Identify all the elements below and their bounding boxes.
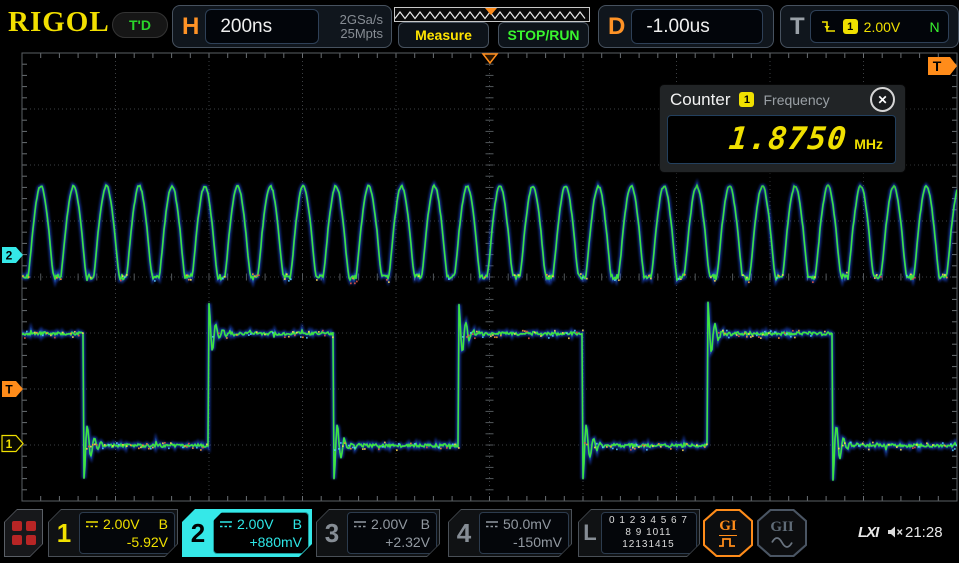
generator-2-button[interactable]: GII — [757, 509, 807, 557]
trigger-offscreen-flag[interactable]: T — [928, 57, 957, 75]
delay-box[interactable]: -1.00us — [631, 9, 763, 44]
channel-4-values: 50.0mV -150mV — [479, 512, 569, 554]
generator-1-button[interactable]: GI — [703, 509, 753, 557]
channel-4-number: 4 — [449, 518, 479, 549]
channel-4-offset: -150mV — [513, 534, 562, 550]
trigger-level-marker[interactable]: T — [2, 381, 23, 397]
memory-trigger-marker-icon — [485, 8, 497, 15]
oscilloscope-screen: RIGOL T'D H 200ns 2GSa/s 25Mpts Measure … — [0, 0, 959, 563]
channel-1-values: 2.00V B -5.92V — [79, 512, 175, 554]
generator-1-label: GI — [719, 518, 737, 536]
delay-label: D — [608, 13, 625, 41]
clock: 21:28 — [905, 524, 943, 541]
channel-2-values: 2.00V B +880mV — [213, 512, 309, 554]
measure-button[interactable]: Measure — [398, 22, 489, 48]
trigger-level-value: 2.00V — [864, 19, 901, 35]
horizontal-panel[interactable]: H 200ns 2GSa/s 25Mpts — [172, 5, 392, 48]
sample-rate: 2GSa/s — [340, 13, 383, 27]
trigger-status-badge: T'D — [112, 12, 168, 38]
stop-run-button[interactable]: STOP/RUN — [498, 22, 589, 48]
logic-row-2: 8 9 1011 12131415 — [607, 527, 690, 551]
channel-3-offset: +2.32V — [385, 534, 430, 550]
falling-edge-icon — [821, 19, 837, 34]
generator-2-label: GII — [770, 519, 793, 536]
svg-text:2: 2 — [6, 249, 13, 263]
channel-2-offset: +880mV — [249, 534, 302, 550]
channel-1-scale: 2.00V — [103, 516, 140, 532]
counter-close-button[interactable]: ✕ — [870, 87, 895, 112]
svg-text:T: T — [933, 58, 942, 74]
logic-channels-status[interactable]: L 0 1 2 3 4 5 6 7 8 9 1011 12131415 — [578, 509, 700, 557]
svg-text:T: T — [5, 383, 13, 397]
channel-1-number: 1 — [49, 518, 79, 549]
menu-grid-icon — [12, 521, 36, 545]
dc-coupling-icon — [485, 519, 499, 529]
menu-button[interactable] — [4, 509, 43, 557]
pulse-wave-icon — [718, 537, 738, 548]
channel-1-position-marker[interactable]: 1 — [2, 436, 23, 452]
channel-4-status[interactable]: 4 50.0mV -150mV — [448, 509, 572, 557]
timebase-value: 200ns — [220, 16, 272, 38]
trigger-box[interactable]: 1 2.00V N — [810, 10, 949, 43]
channel-4-scale: 50.0mV — [503, 516, 551, 532]
channel-1-offset: -5.92V — [127, 534, 168, 550]
channel-3-number: 3 — [317, 518, 347, 549]
counter-header: Counter 1 Frequency ✕ — [660, 85, 905, 114]
logic-row-1: 0 1 2 3 4 5 6 7 — [607, 515, 690, 527]
counter-source-badge: 1 — [739, 92, 754, 107]
counter-value: 1.8750 — [727, 116, 850, 162]
channel-2-position-marker[interactable]: 2 — [2, 247, 23, 263]
speaker-muted-icon — [887, 525, 904, 539]
counter-overlay: Counter 1 Frequency ✕ 1.8750 MHz — [660, 85, 905, 172]
selected-corner-icon — [213, 512, 222, 521]
channel-3-scale: 2.00V — [371, 516, 408, 532]
dc-coupling-icon — [85, 519, 99, 529]
channel-3-values: 2.00V B +2.32V — [347, 512, 437, 554]
channel-1-status[interactable]: 1 2.00V B -5.92V — [48, 509, 178, 557]
channel-2-scale: 2.00V — [237, 516, 274, 532]
memory-depth: 25Mpts — [340, 27, 383, 41]
trigger-label: T — [790, 13, 805, 41]
channel-3-bandwidth: B — [421, 516, 430, 532]
trigger-mode: N — [930, 19, 940, 35]
channel-3-status[interactable]: 3 2.00V B +2.32V — [316, 509, 440, 557]
rigol-logo: RIGOL — [8, 6, 110, 39]
lxi-logo: LXI — [858, 524, 878, 541]
horizontal-label: H — [182, 13, 199, 41]
acquisition-info: 2GSa/s 25Mpts — [340, 13, 383, 41]
channel-2-number: 2 — [183, 518, 213, 549]
dc-coupling-icon — [353, 519, 367, 529]
trigger-panel[interactable]: T 1 2.00V N — [780, 5, 959, 48]
timebase-box[interactable]: 200ns — [205, 9, 319, 44]
logic-label: L — [579, 520, 601, 546]
trigger-source-badge: 1 — [843, 19, 858, 34]
channel-1-bandwidth: B — [159, 516, 168, 532]
svg-text:1: 1 — [6, 437, 13, 451]
channel-2-bandwidth: B — [293, 516, 302, 532]
logic-channel-list: 0 1 2 3 4 5 6 7 8 9 1011 12131415 — [601, 512, 697, 554]
counter-unit: MHz — [854, 136, 883, 152]
channel-2-status[interactable]: 2 2.00V B +880mV — [182, 509, 312, 557]
sine-wave-icon — [771, 537, 793, 548]
delay-value: -1.00us — [646, 16, 709, 38]
delay-panel[interactable]: D -1.00us — [598, 5, 774, 48]
trigger-position-marker[interactable] — [483, 54, 497, 63]
counter-readout: 1.8750 MHz — [667, 115, 896, 164]
counter-mode: Frequency — [763, 92, 829, 108]
counter-title: Counter — [670, 90, 730, 110]
